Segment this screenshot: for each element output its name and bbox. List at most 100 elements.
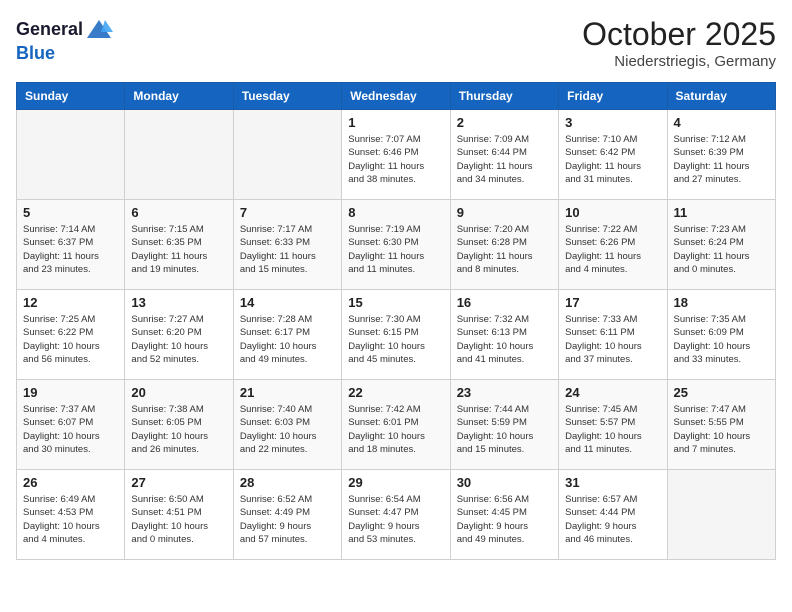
day-number: 1 <box>348 115 443 130</box>
day-info: Sunrise: 6:54 AMSunset: 4:47 PMDaylight:… <box>348 493 443 546</box>
logo-text: General <box>16 20 83 40</box>
day-number: 11 <box>674 205 769 220</box>
day-info: Sunrise: 7:40 AMSunset: 6:03 PMDaylight:… <box>240 403 335 456</box>
day-number: 24 <box>565 385 660 400</box>
weekday-header-row: SundayMondayTuesdayWednesdayThursdayFrid… <box>17 83 776 110</box>
month-title: October 2025 <box>582 16 776 53</box>
day-number: 14 <box>240 295 335 310</box>
day-info: Sunrise: 7:30 AMSunset: 6:15 PMDaylight:… <box>348 313 443 366</box>
calendar-day-10: 10 Sunrise: 7:22 AMSunset: 6:26 PMDayligh… <box>559 200 667 290</box>
calendar-day-26: 26Sunrise: 6:49 AMSunset: 4:53 PMDayligh… <box>17 470 125 560</box>
calendar-day-23: 23 Sunrise: 7:44 AMSunset: 5:59 PMDayligh… <box>450 380 558 470</box>
weekday-header-monday: Monday <box>125 83 233 110</box>
day-number: 10 <box>565 205 660 220</box>
day-info: Sunrise: 7:32 AMSunset: 6:13 PMDaylight:… <box>457 313 552 366</box>
day-info: Sunrise: 7:10 AMSunset: 6:42 PMDaylight:… <box>565 133 660 186</box>
calendar-day-12: 12 Sunrise: 7:25 AMSunset: 6:22 PMDayligh… <box>17 290 125 380</box>
weekday-header-tuesday: Tuesday <box>233 83 341 110</box>
day-info: Sunrise: 7:42 AMSunset: 6:01 PMDaylight:… <box>348 403 443 456</box>
day-number: 16 <box>457 295 552 310</box>
day-info: Sunrise: 7:15 AMSunset: 6:35 PMDaylight:… <box>131 223 226 276</box>
day-info: Sunrise: 6:50 AMSunset: 4:51 PMDaylight:… <box>131 493 226 546</box>
day-number: 23 <box>457 385 552 400</box>
calendar-day-1: 1 Sunrise: 7:07 AMSunset: 6:46 PMDaylight… <box>342 110 450 200</box>
calendar-day-4: 4Sunrise: 7:12 AMSunset: 6:39 PMDaylight… <box>667 110 775 200</box>
day-info: Sunrise: 7:22 AMSunset: 6:26 PMDaylight:… <box>565 223 660 276</box>
calendar-day-3: 3 Sunrise: 7:10 AMSunset: 6:42 PMDaylight… <box>559 110 667 200</box>
calendar-day-15: 15 Sunrise: 7:30 AMSunset: 6:15 PMDayligh… <box>342 290 450 380</box>
day-number: 31 <box>565 475 660 490</box>
day-info: Sunrise: 7:38 AMSunset: 6:05 PMDaylight:… <box>131 403 226 456</box>
day-info: Sunrise: 7:23 AMSunset: 6:24 PMDaylight:… <box>674 223 769 276</box>
title-block: October 2025 Niederstriegis, Germany <box>582 16 776 70</box>
calendar-day-22: 22 Sunrise: 7:42 AMSunset: 6:01 PMDayligh… <box>342 380 450 470</box>
calendar-empty-cell <box>233 110 341 200</box>
day-number: 5 <box>23 205 118 220</box>
day-number: 18 <box>674 295 769 310</box>
day-info: Sunrise: 7:27 AMSunset: 6:20 PMDaylight:… <box>131 313 226 366</box>
day-info: Sunrise: 7:25 AMSunset: 6:22 PMDaylight:… <box>23 313 118 366</box>
calendar-day-27: 27 Sunrise: 6:50 AMSunset: 4:51 PMDayligh… <box>125 470 233 560</box>
day-number: 4 <box>674 115 769 130</box>
calendar-day-6: 6 Sunrise: 7:15 AMSunset: 6:35 PMDaylight… <box>125 200 233 290</box>
day-number: 30 <box>457 475 552 490</box>
logo-icon <box>85 16 113 44</box>
day-number: 3 <box>565 115 660 130</box>
calendar-day-28: 28 Sunrise: 6:52 AMSunset: 4:49 PMDayligh… <box>233 470 341 560</box>
calendar-empty-cell <box>125 110 233 200</box>
calendar-week-row: 26Sunrise: 6:49 AMSunset: 4:53 PMDayligh… <box>17 470 776 560</box>
day-number: 26 <box>23 475 118 490</box>
logo: General Blue <box>16 16 113 64</box>
calendar-day-20: 20 Sunrise: 7:38 AMSunset: 6:05 PMDayligh… <box>125 380 233 470</box>
day-number: 9 <box>457 205 552 220</box>
calendar-day-16: 16 Sunrise: 7:32 AMSunset: 6:13 PMDayligh… <box>450 290 558 380</box>
weekday-header-thursday: Thursday <box>450 83 558 110</box>
day-number: 8 <box>348 205 443 220</box>
calendar-day-30: 30 Sunrise: 6:56 AMSunset: 4:45 PMDayligh… <box>450 470 558 560</box>
day-number: 15 <box>348 295 443 310</box>
day-info: Sunrise: 7:45 AMSunset: 5:57 PMDaylight:… <box>565 403 660 456</box>
day-info: Sunrise: 6:57 AMSunset: 4:44 PMDaylight:… <box>565 493 660 546</box>
day-info: Sunrise: 7:19 AMSunset: 6:30 PMDaylight:… <box>348 223 443 276</box>
day-number: 20 <box>131 385 226 400</box>
page-header: General Blue October 2025 Niederstriegis… <box>16 16 776 70</box>
day-number: 6 <box>131 205 226 220</box>
day-number: 25 <box>674 385 769 400</box>
calendar-day-21: 21 Sunrise: 7:40 AMSunset: 6:03 PMDayligh… <box>233 380 341 470</box>
calendar-day-9: 9 Sunrise: 7:20 AMSunset: 6:28 PMDaylight… <box>450 200 558 290</box>
calendar-day-29: 29 Sunrise: 6:54 AMSunset: 4:47 PMDayligh… <box>342 470 450 560</box>
logo-blue-text: Blue <box>16 43 55 63</box>
day-number: 27 <box>131 475 226 490</box>
calendar-day-7: 7Sunrise: 7:17 AMSunset: 6:33 PMDaylight… <box>233 200 341 290</box>
day-info: Sunrise: 7:44 AMSunset: 5:59 PMDaylight:… <box>457 403 552 456</box>
day-info: Sunrise: 7:28 AMSunset: 6:17 PMDaylight:… <box>240 313 335 366</box>
calendar-week-row: 5Sunrise: 7:14 AMSunset: 6:37 PMDaylight… <box>17 200 776 290</box>
day-info: Sunrise: 7:07 AMSunset: 6:46 PMDaylight:… <box>348 133 443 186</box>
calendar-day-5: 5Sunrise: 7:14 AMSunset: 6:37 PMDaylight… <box>17 200 125 290</box>
day-number: 19 <box>23 385 118 400</box>
day-number: 28 <box>240 475 335 490</box>
day-info: Sunrise: 7:20 AMSunset: 6:28 PMDaylight:… <box>457 223 552 276</box>
calendar-day-25: 25 Sunrise: 7:47 AMSunset: 5:55 PMDayligh… <box>667 380 775 470</box>
weekday-header-sunday: Sunday <box>17 83 125 110</box>
calendar-empty-cell <box>17 110 125 200</box>
day-number: 17 <box>565 295 660 310</box>
calendar-day-19: 19Sunrise: 7:37 AMSunset: 6:07 PMDayligh… <box>17 380 125 470</box>
day-info: Sunrise: 7:17 AMSunset: 6:33 PMDaylight:… <box>240 223 335 276</box>
day-number: 12 <box>23 295 118 310</box>
day-info: Sunrise: 7:47 AMSunset: 5:55 PMDaylight:… <box>674 403 769 456</box>
calendar-empty-cell <box>667 470 775 560</box>
calendar-day-17: 17Sunrise: 7:33 AMSunset: 6:11 PMDayligh… <box>559 290 667 380</box>
weekday-header-saturday: Saturday <box>667 83 775 110</box>
day-info: Sunrise: 7:09 AMSunset: 6:44 PMDaylight:… <box>457 133 552 186</box>
calendar-day-8: 8 Sunrise: 7:19 AMSunset: 6:30 PMDaylight… <box>342 200 450 290</box>
calendar-day-31: 31 Sunrise: 6:57 AMSunset: 4:44 PMDayligh… <box>559 470 667 560</box>
day-number: 2 <box>457 115 552 130</box>
day-number: 21 <box>240 385 335 400</box>
day-number: 13 <box>131 295 226 310</box>
day-number: 29 <box>348 475 443 490</box>
day-info: Sunrise: 6:56 AMSunset: 4:45 PMDaylight:… <box>457 493 552 546</box>
day-info: Sunrise: 6:52 AMSunset: 4:49 PMDaylight:… <box>240 493 335 546</box>
calendar-day-2: 2 Sunrise: 7:09 AMSunset: 6:44 PMDaylight… <box>450 110 558 200</box>
day-number: 22 <box>348 385 443 400</box>
